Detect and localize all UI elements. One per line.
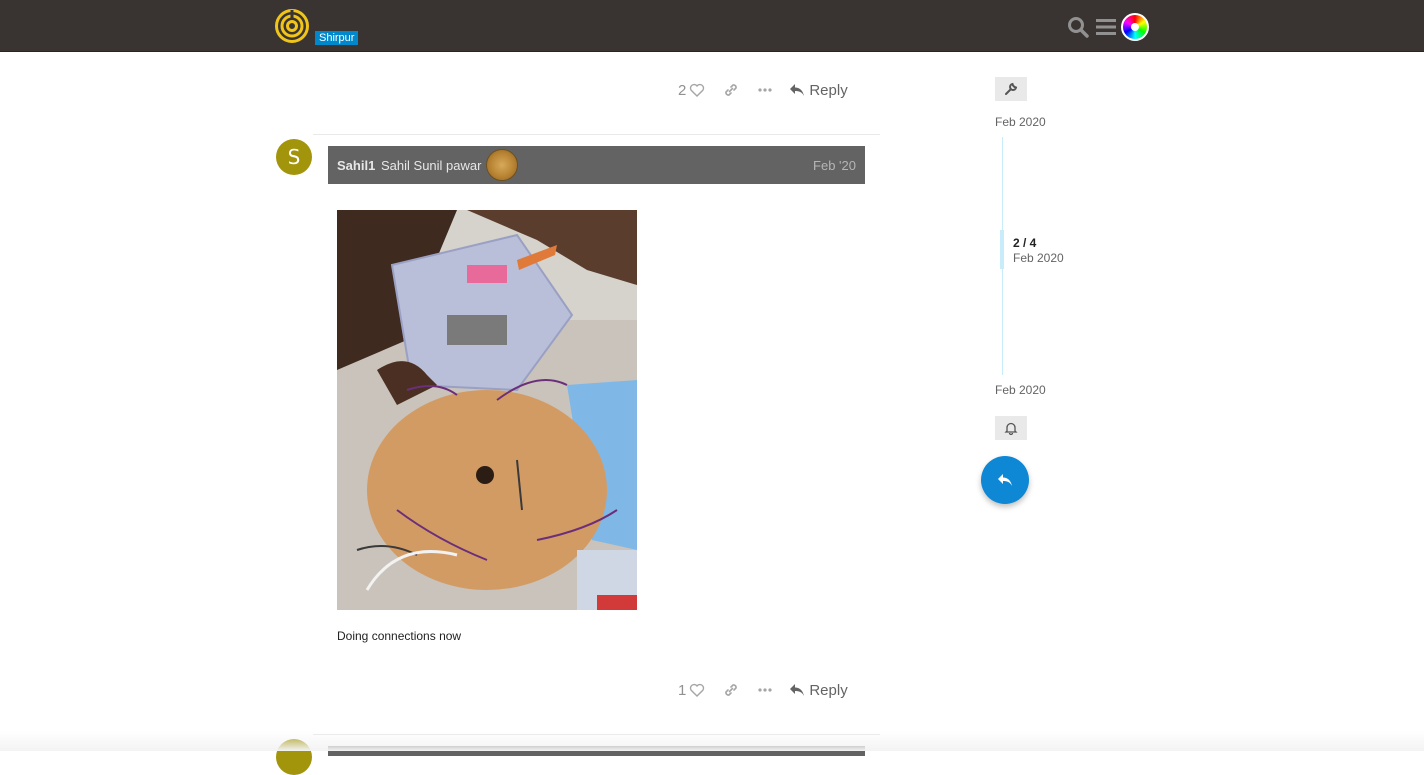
site-header: Shirpur (0, 0, 1424, 52)
search-icon[interactable] (1066, 15, 1090, 39)
reply-icon (790, 684, 805, 696)
timeline-start-date[interactable]: Feb 2020 (995, 115, 1046, 129)
wrench-icon (1005, 82, 1018, 95)
notification-button[interactable] (995, 416, 1027, 440)
reply-button[interactable]: Reply (789, 81, 848, 99)
reply-fab-button[interactable] (981, 456, 1029, 504)
like-count: 2 (678, 81, 687, 99)
previous-post-actions: 2 Reply (660, 78, 865, 102)
like-button[interactable]: 2 (678, 82, 705, 99)
timeline-position: 2 / 4 (1013, 236, 1037, 250)
more-options-icon[interactable] (757, 82, 773, 98)
heart-icon (690, 683, 705, 697)
site-logo-icon[interactable] (275, 9, 309, 43)
like-count: 1 (678, 681, 687, 699)
timeline-end-date[interactable]: Feb 2020 (995, 383, 1046, 397)
more-options-icon[interactable] (757, 682, 773, 698)
reply-label: Reply (809, 81, 848, 99)
admin-wrench-button[interactable] (995, 77, 1027, 101)
post-body: Doing connections now (337, 629, 462, 643)
bottom-shade (0, 731, 1424, 751)
share-link-icon[interactable] (723, 82, 739, 98)
hamburger-menu-icon[interactable] (1095, 15, 1117, 39)
like-button[interactable]: 1 (678, 682, 705, 699)
category-badge[interactable]: Shirpur (315, 31, 359, 45)
full-name: Sahil Sunil pawar (381, 158, 482, 173)
user-badge-icon (486, 149, 518, 181)
bell-icon (1004, 422, 1018, 435)
reply-icon (998, 474, 1012, 486)
reply-button[interactable]: Reply (789, 681, 848, 699)
reply-label: Reply (809, 681, 848, 699)
post-actions: 1 Reply (660, 678, 865, 702)
post-divider (313, 134, 880, 135)
post-meta-bar: Sahil1 Sahil Sunil pawar Feb '20 (328, 146, 865, 184)
avatar[interactable]: S (276, 139, 312, 175)
heart-icon (690, 83, 705, 97)
timeline-handle[interactable] (1000, 230, 1004, 269)
post-photo[interactable] (337, 210, 637, 610)
timeline-position-date: Feb 2020 (1013, 251, 1064, 265)
user-avatar-icon[interactable] (1121, 13, 1149, 41)
post-date[interactable]: Feb '20 (813, 158, 856, 173)
share-link-icon[interactable] (723, 682, 739, 698)
reply-icon (790, 84, 805, 96)
username[interactable]: Sahil1 (337, 158, 375, 173)
